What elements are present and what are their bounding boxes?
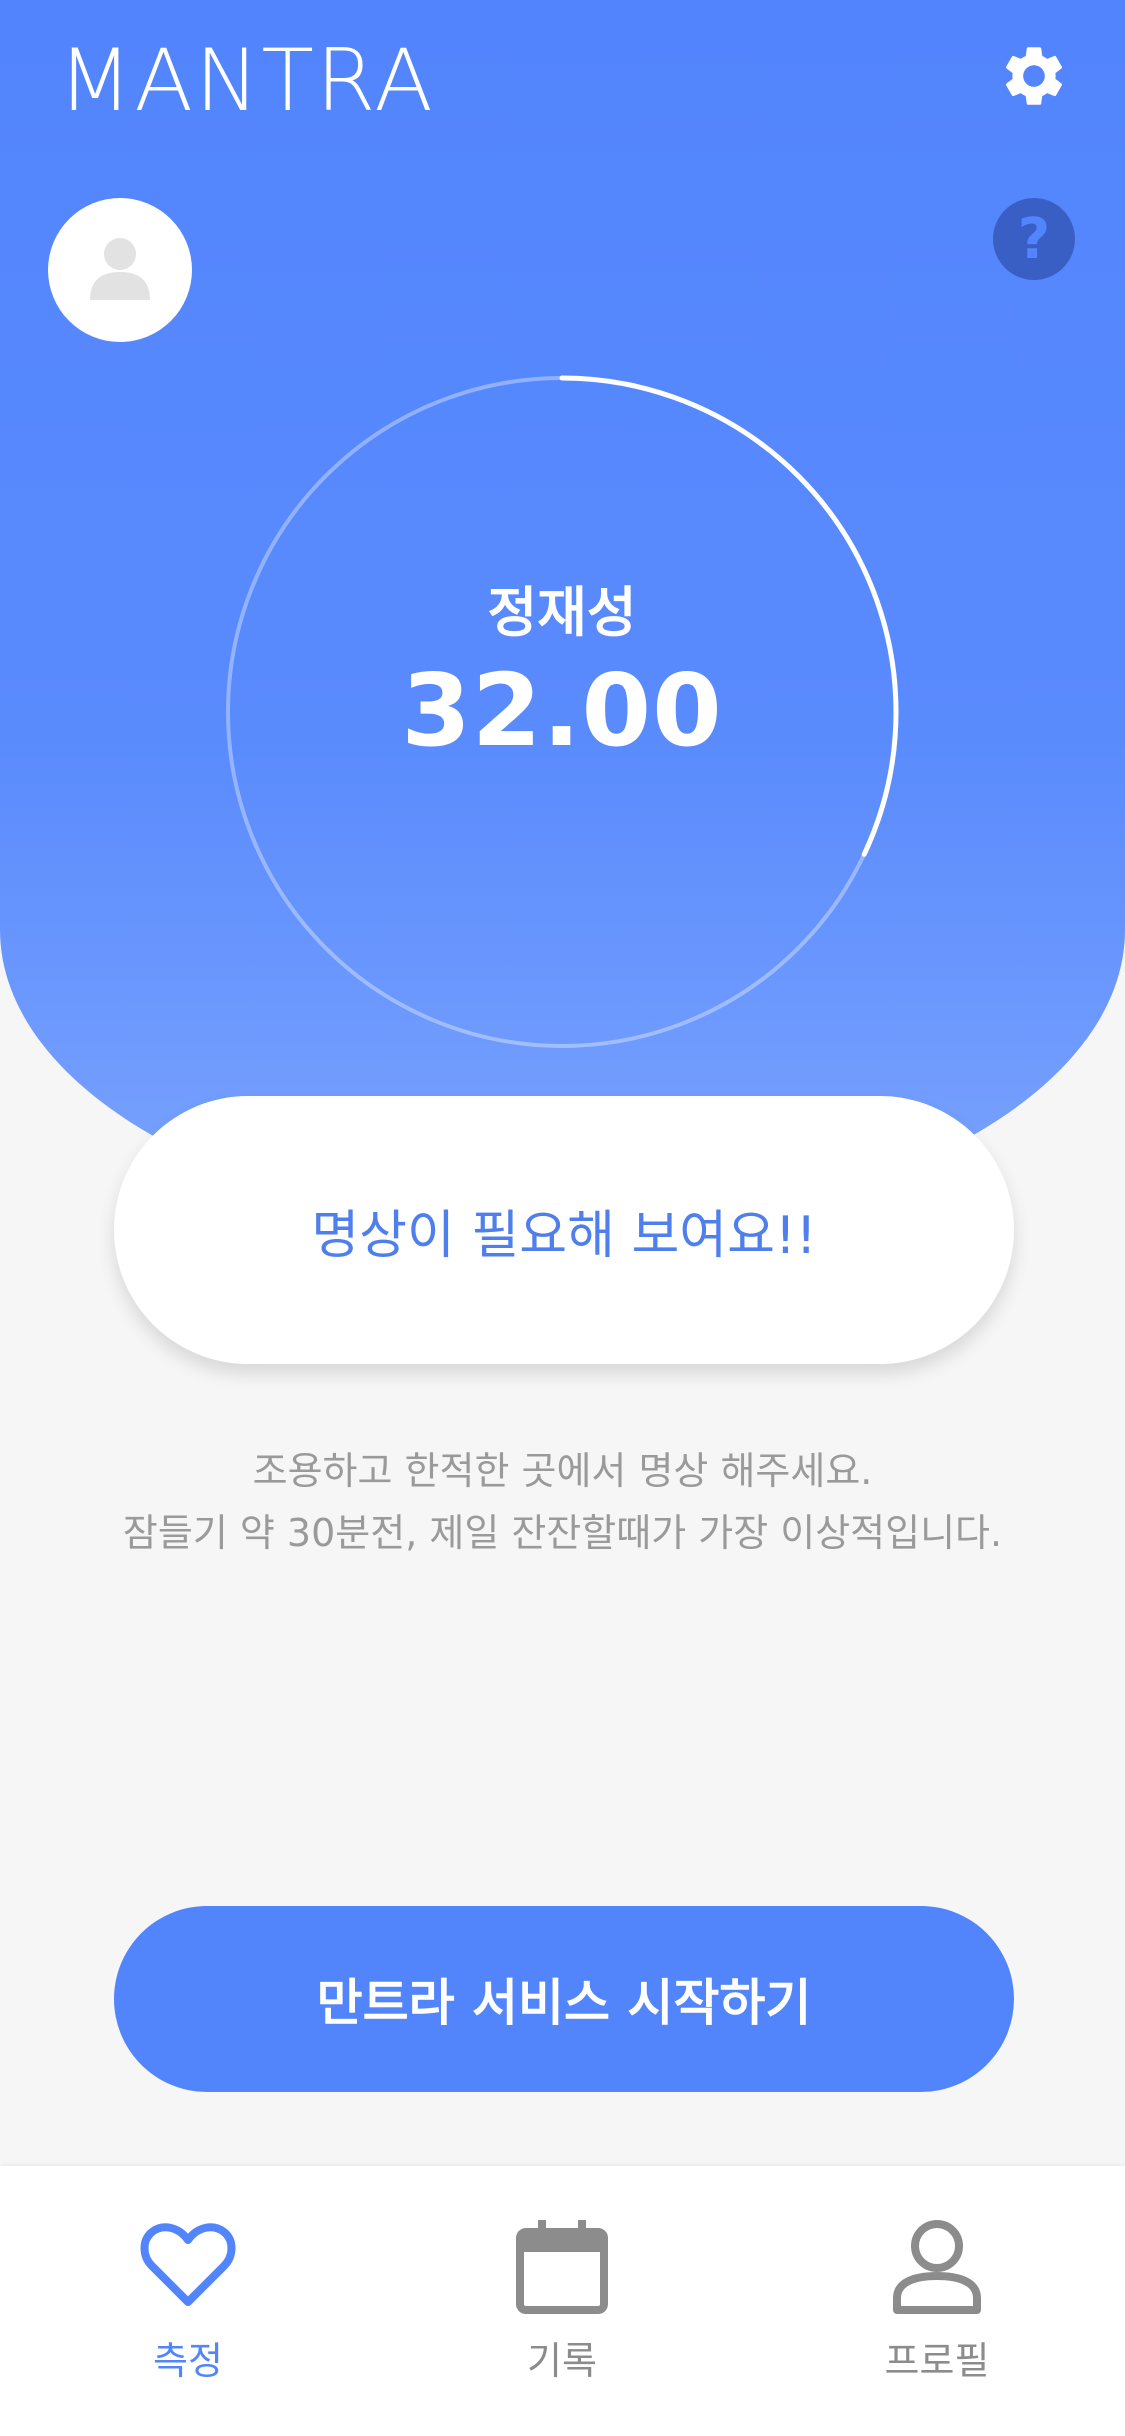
tab-label-profile: 프로필 [884, 2339, 990, 2383]
gear-icon[interactable] [998, 40, 1070, 112]
meditation-tips: 조용하고 한적한 곳에서 명상 해주세요. 잠들기 약 30분전, 제일 잔잔할… [0, 1440, 1125, 1564]
tab-profile[interactable]: 프로필 [812, 2166, 1062, 2436]
gauge-value: 32.00 [401, 652, 723, 769]
svg-text:?: ? [1018, 207, 1050, 272]
tip-line-1: 조용하고 한적한 곳에서 명상 해주세요. [252, 1449, 873, 1493]
start-service-button[interactable]: 만트라 서비스 시작하기 [114, 1906, 1014, 2092]
tab-label-measure: 측정 [153, 2339, 223, 2383]
avatar[interactable] [48, 198, 192, 342]
user-avatar-icon [90, 238, 150, 300]
question-circle-icon[interactable]: ? [993, 198, 1075, 280]
person-icon [893, 2220, 981, 2314]
calendar-icon [516, 2220, 608, 2314]
app-logo: MANTRA [58, 31, 435, 131]
tip-line-2: 잠들기 약 30분전, 제일 잔잔할때가 가장 이상적입니다. [122, 1511, 1003, 1555]
bottom-tab-bar: 측정 기록 프로필 [0, 2166, 1125, 2436]
tab-records[interactable]: 기록 [437, 2166, 687, 2436]
tab-measure[interactable]: 측정 [63, 2166, 313, 2436]
gauge-label: 정재성 [487, 581, 637, 644]
heart-icon [140, 2223, 236, 2306]
status-message-card: 명상이 필요해 보여요!! [114, 1096, 1014, 1364]
tab-label-records: 기록 [527, 2339, 597, 2383]
status-message: 명상이 필요해 보여요!! [311, 1205, 817, 1266]
